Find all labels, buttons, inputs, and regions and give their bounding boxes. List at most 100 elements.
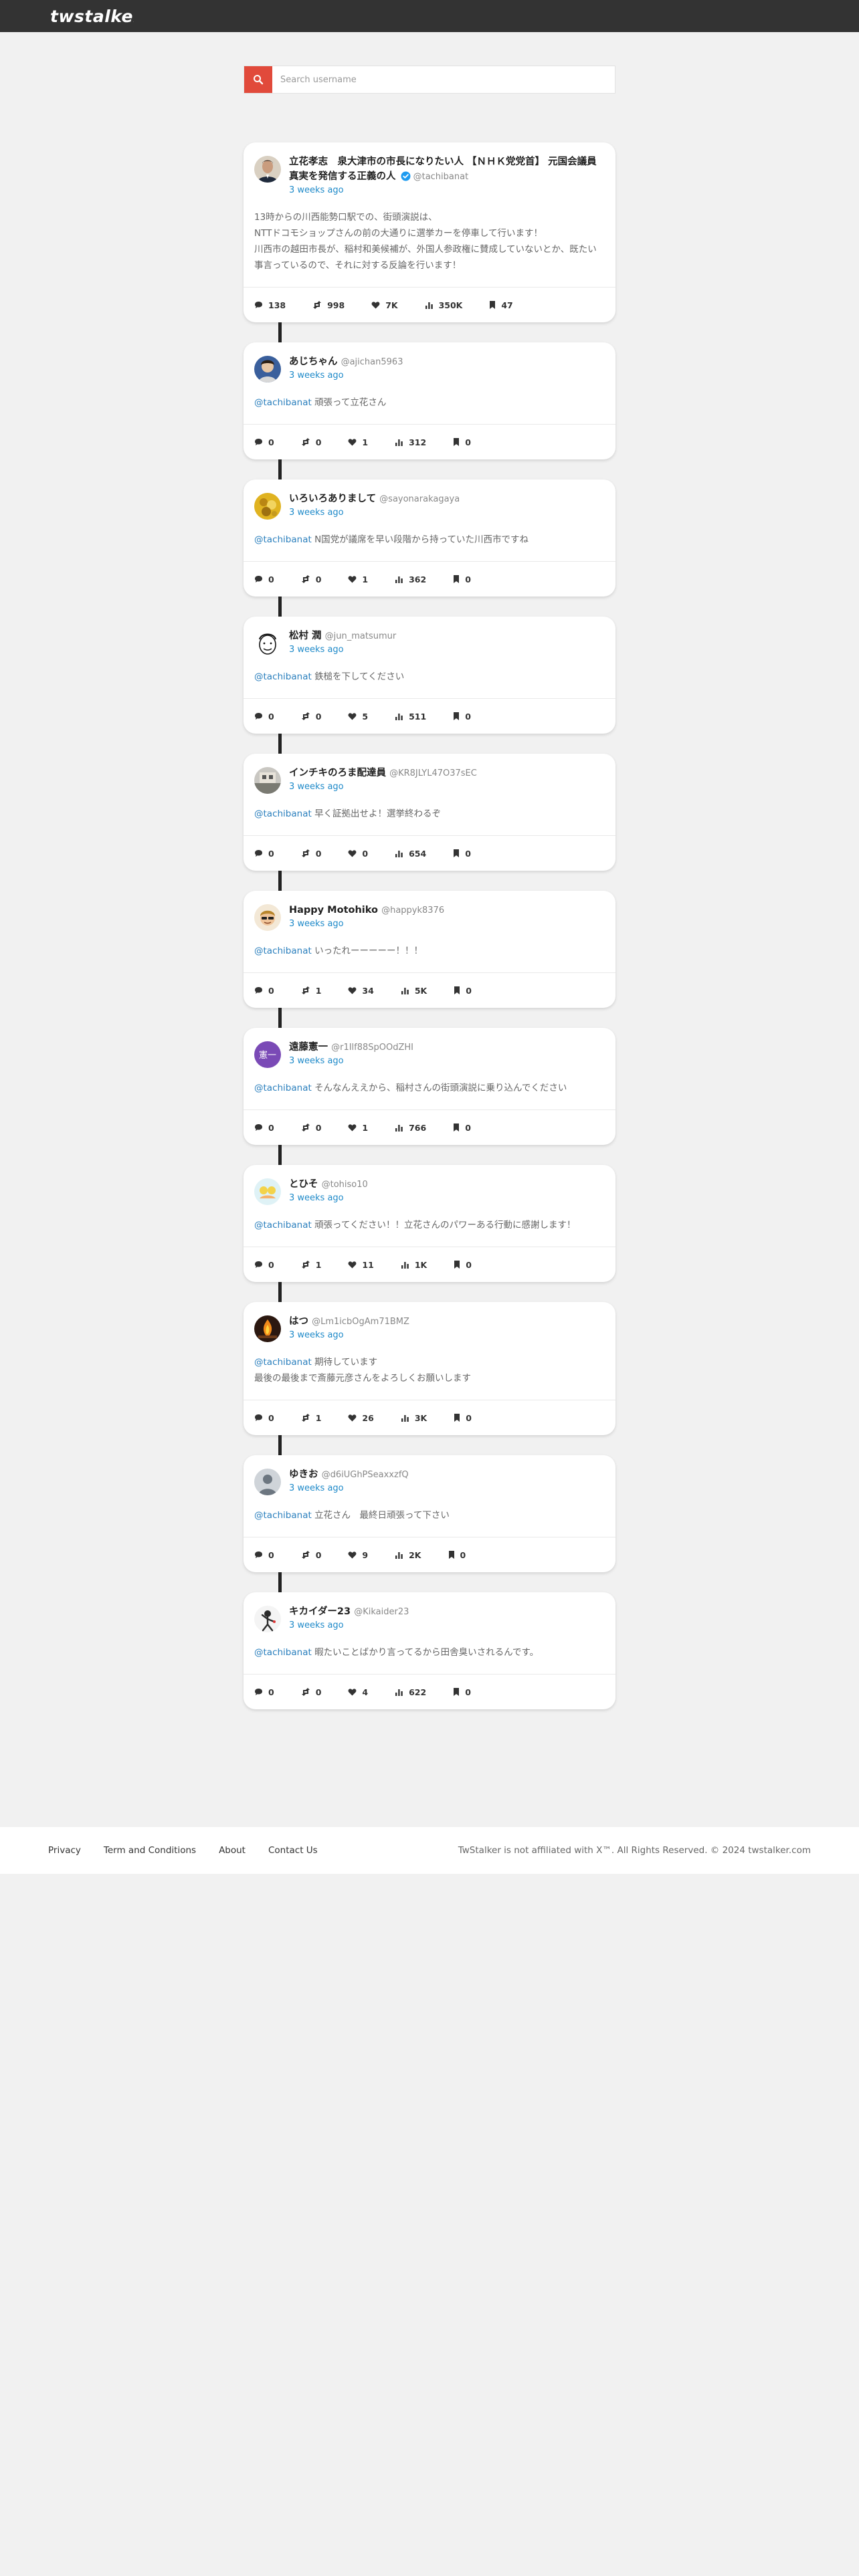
timestamp[interactable]: 3 weeks ago — [289, 1192, 605, 1205]
footer-link-privacy[interactable]: Privacy — [48, 1845, 81, 1856]
timestamp[interactable]: 3 weeks ago — [289, 1482, 605, 1495]
username-handle[interactable]: @tohiso10 — [322, 1180, 368, 1190]
tweet-card[interactable]: いろいろありまして @sayonarakagaya 3 weeks ago @tac… — [244, 479, 615, 597]
retweet-count[interactable]: 1 — [301, 1413, 321, 1423]
view-count[interactable]: 622 — [395, 1687, 426, 1697]
avatar[interactable]: 憲一 — [254, 1041, 281, 1068]
display-name[interactable]: はつ — [289, 1316, 308, 1327]
bookmark-count[interactable]: 47 — [489, 300, 513, 310]
timestamp[interactable]: 3 weeks ago — [289, 506, 605, 520]
bookmark-count[interactable]: 0 — [453, 712, 471, 722]
mention-link[interactable]: @tachibanat — [254, 1083, 312, 1093]
retweet-count[interactable]: 0 — [301, 574, 321, 584]
tweet-card[interactable]: ゆきお @d6iUGhPSeaxxzfQ 3 weeks ago @tachiban… — [244, 1455, 615, 1572]
retweet-count[interactable]: 0 — [301, 437, 321, 447]
tweet-card[interactable]: あじちゃん @ajichan5963 3 weeks ago @tachibanat… — [244, 342, 615, 459]
timestamp[interactable]: 3 weeks ago — [289, 1055, 605, 1068]
reply-count[interactable]: 138 — [254, 300, 286, 310]
bookmark-count[interactable]: 0 — [453, 437, 471, 447]
timestamp[interactable]: 3 weeks ago — [289, 643, 605, 657]
avatar[interactable] — [254, 493, 281, 520]
avatar[interactable] — [254, 1315, 281, 1342]
tweet-card[interactable]: とひそ @tohiso10 3 weeks ago @tachibanat 頑張って… — [244, 1165, 615, 1282]
retweet-count[interactable]: 0 — [301, 1550, 321, 1560]
like-count[interactable]: 0 — [348, 849, 368, 859]
view-count[interactable]: 350K — [425, 300, 462, 310]
display-name[interactable]: インチキのろま配達員 — [289, 768, 386, 778]
tweet-card[interactable]: Happy Motohiko @happyk8376 3 weeks ago @ta… — [244, 891, 615, 1008]
retweet-count[interactable]: 0 — [301, 1687, 321, 1697]
like-count[interactable]: 26 — [348, 1413, 374, 1423]
mention-link[interactable]: @tachibanat — [254, 534, 312, 545]
reply-count[interactable]: 0 — [254, 712, 274, 722]
reply-count[interactable]: 0 — [254, 849, 274, 859]
reply-count[interactable]: 0 — [254, 1260, 274, 1270]
retweet-count[interactable]: 0 — [301, 849, 321, 859]
tweet-card[interactable]: 立花孝志 泉大津市の市長になりたい人 【ＮＨＫ党党首】 元国会議員 真実を発信す… — [244, 142, 615, 322]
like-count[interactable]: 5 — [348, 712, 368, 722]
tweet-card[interactable]: キカイダー23 @Kikaider23 3 weeks ago @tachibana… — [244, 1592, 615, 1709]
tweet-card[interactable]: インチキのろま配達員 @KR8JLYL47O37sEC 3 weeks ago @t… — [244, 754, 615, 871]
timestamp[interactable]: 3 weeks ago — [289, 918, 605, 931]
bookmark-count[interactable]: 0 — [454, 1260, 472, 1270]
search-button[interactable] — [244, 66, 272, 93]
display-name[interactable]: いろいろありまして — [289, 494, 376, 504]
tweet-card[interactable]: はつ @Lm1icbOgAm71BMZ 3 weeks ago @tachibana… — [244, 1302, 615, 1435]
retweet-count[interactable]: 0 — [301, 712, 321, 722]
retweet-count[interactable]: 0 — [301, 1123, 321, 1133]
avatar[interactable] — [254, 767, 281, 794]
mention-link[interactable]: @tachibanat — [254, 671, 312, 682]
bookmark-count[interactable]: 0 — [453, 1687, 471, 1697]
tweet-card[interactable]: 松村 潤 @jun_matsumur 3 weeks ago @tachibanat… — [244, 617, 615, 734]
username-handle[interactable]: @d6iUGhPSeaxxzfQ — [322, 1470, 409, 1480]
display-name[interactable]: 遠藤憲一 — [289, 1042, 328, 1053]
reply-count[interactable]: 0 — [254, 1687, 274, 1697]
view-count[interactable]: 5K — [401, 986, 427, 996]
view-count[interactable]: 766 — [395, 1123, 426, 1133]
bookmark-count[interactable]: 0 — [454, 986, 472, 996]
like-count[interactable]: 1 — [348, 437, 368, 447]
view-count[interactable]: 654 — [395, 849, 426, 859]
reply-count[interactable]: 0 — [254, 986, 274, 996]
like-count[interactable]: 11 — [348, 1260, 374, 1270]
timestamp[interactable]: 3 weeks ago — [289, 780, 605, 794]
mention-link[interactable]: @tachibanat — [254, 1510, 312, 1521]
view-count[interactable]: 1K — [401, 1260, 427, 1270]
footer-link-term-and-conditions[interactable]: Term and Conditions — [104, 1845, 196, 1856]
mention-link[interactable]: @tachibanat — [254, 1357, 312, 1368]
avatar[interactable] — [254, 1606, 281, 1632]
avatar[interactable] — [254, 1178, 281, 1205]
bookmark-count[interactable]: 0 — [448, 1550, 466, 1560]
mention-link[interactable]: @tachibanat — [254, 397, 312, 408]
mention-link[interactable]: @tachibanat — [254, 809, 312, 819]
username-handle[interactable]: @ajichan5963 — [341, 357, 403, 367]
retweet-count[interactable]: 998 — [312, 300, 345, 310]
username-handle[interactable]: @KR8JLYL47O37sEC — [389, 768, 477, 778]
view-count[interactable]: 511 — [395, 712, 426, 722]
display-name[interactable]: とひそ — [289, 1179, 318, 1190]
avatar[interactable] — [254, 630, 281, 657]
bookmark-count[interactable]: 0 — [453, 574, 471, 584]
username-handle[interactable]: @r1Ilf88SpOOdZHI — [331, 1043, 413, 1053]
like-count[interactable]: 1 — [348, 1123, 368, 1133]
search-username-input[interactable] — [272, 66, 615, 93]
like-count[interactable]: 4 — [348, 1687, 368, 1697]
like-count[interactable]: 7K — [371, 300, 398, 310]
brand-logo[interactable]: twstalker — [45, 5, 134, 27]
avatar[interactable] — [254, 156, 281, 183]
username-handle[interactable]: @tachibanat — [413, 172, 469, 182]
timestamp[interactable]: 3 weeks ago — [289, 1619, 605, 1632]
like-count[interactable]: 9 — [348, 1550, 368, 1560]
display-name[interactable]: ゆきお — [289, 1469, 318, 1480]
mention-link[interactable]: @tachibanat — [254, 946, 312, 956]
display-name[interactable]: あじちゃん — [289, 356, 338, 367]
reply-count[interactable]: 0 — [254, 1413, 274, 1423]
view-count[interactable]: 2K — [395, 1550, 421, 1560]
reply-count[interactable]: 0 — [254, 1123, 274, 1133]
reply-count[interactable]: 0 — [254, 1550, 274, 1560]
view-count[interactable]: 3K — [401, 1413, 427, 1423]
like-count[interactable]: 34 — [348, 986, 374, 996]
footer-link-contact-us[interactable]: Contact Us — [268, 1845, 318, 1856]
mention-link[interactable]: @tachibanat — [254, 1220, 312, 1230]
username-handle[interactable]: @sayonarakagaya — [379, 494, 460, 504]
